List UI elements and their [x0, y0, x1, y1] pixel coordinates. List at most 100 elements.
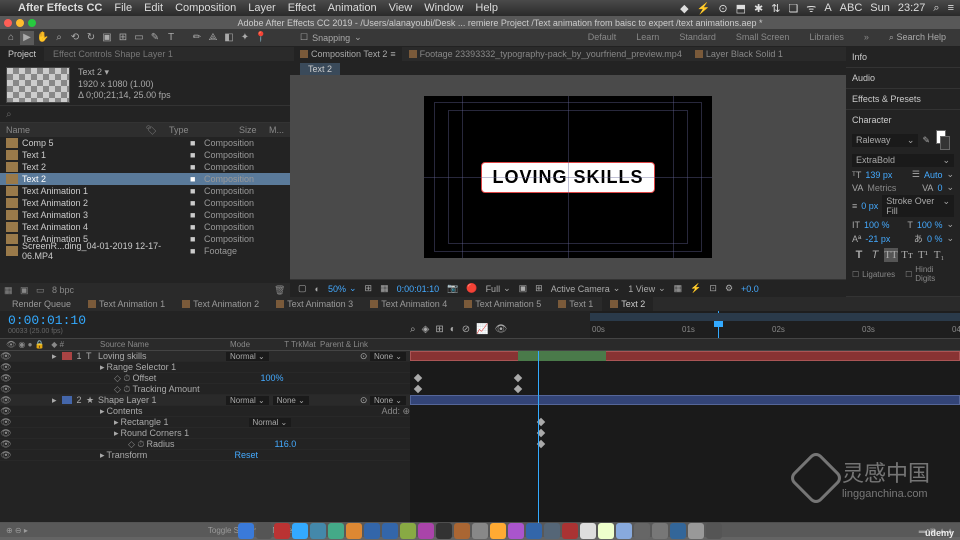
timeline-tab[interactable]: Text Animation 3	[268, 297, 361, 311]
composition-viewer[interactable]: LOVING SKILLS	[290, 75, 846, 279]
footage-tab[interactable]: Footage 23393332_typography-pack_by_your…	[403, 47, 688, 61]
bold-btn[interactable]: T	[852, 248, 866, 262]
dock-app[interactable]	[346, 523, 362, 539]
fast-btn[interactable]: ⚡	[690, 283, 701, 294]
ws-standard[interactable]: Standard	[679, 32, 716, 43]
superscript-btn[interactable]: T¹	[916, 248, 930, 262]
kerning[interactable]: Metrics	[867, 183, 896, 193]
menu-animation[interactable]: Animation	[328, 2, 377, 14]
camera-dropdown[interactable]: Active Camera ⌄	[551, 283, 621, 294]
comp-mini-icon[interactable]: ◈	[422, 324, 430, 335]
character-panel[interactable]: Character	[852, 113, 954, 127]
dock-app[interactable]	[688, 523, 704, 539]
graph-icon[interactable]: 📈	[476, 324, 488, 335]
project-item[interactable]: Text Animation 4■Composition	[0, 221, 290, 233]
rect-tool[interactable]: ▭	[132, 31, 146, 45]
roto-tool[interactable]: ✦	[238, 31, 252, 45]
app-name[interactable]: After Effects CC	[18, 2, 102, 14]
timeline-tab[interactable]: Text Animation 5	[456, 297, 549, 311]
dock-app[interactable]	[616, 523, 632, 539]
res-toggle[interactable]: ⊞	[365, 283, 373, 294]
baseline[interactable]: -21 px	[865, 234, 890, 244]
ws-more[interactable]: »	[864, 32, 869, 43]
layer-tab[interactable]: Layer Black Solid 1	[689, 47, 789, 61]
transparency-btn[interactable]: ▦	[380, 283, 389, 294]
mask-btn[interactable]: ▢	[298, 283, 307, 294]
dock-app[interactable]	[670, 523, 686, 539]
current-timecode[interactable]: 0:00:01:10	[8, 313, 86, 328]
project-item[interactable]: Comp 5■Composition	[0, 137, 290, 149]
project-item[interactable]: ScreenR...ding_04-01-2019 12-17-06.MP4■F…	[0, 245, 290, 257]
brush-tool[interactable]: ✏	[190, 31, 204, 45]
project-item[interactable]: Text Animation 3■Composition	[0, 209, 290, 221]
snapshot-btn[interactable]: 📷	[447, 283, 458, 294]
ws-libraries[interactable]: Libraries	[809, 32, 844, 43]
timeline-row[interactable]: 👁▸1TLoving skillsNormal ⌄⊙ None ⌄	[0, 351, 410, 362]
timeline-row[interactable]: 👁▸ ContentsAdd: ⊕	[0, 406, 410, 417]
timeline-tab[interactable]: Text 2	[602, 297, 653, 311]
menu-help[interactable]: Help	[475, 2, 498, 14]
timeline-row[interactable]: 👁▸ Range Selector 1	[0, 362, 410, 373]
dock-ae[interactable]	[436, 523, 452, 539]
motion-blur-icon[interactable]: ⊘	[462, 324, 470, 335]
project-item[interactable]: Text 2■Composition	[0, 161, 290, 173]
res-dropdown[interactable]: Full ⌄	[486, 283, 511, 294]
notif-icon[interactable]: ≡	[948, 2, 954, 14]
bpc-label[interactable]: 8 bpc	[52, 285, 74, 295]
timeline-row[interactable]: 👁▸ Round Corners 1	[0, 428, 410, 439]
allcaps-btn[interactable]: TT	[884, 248, 898, 262]
hindi-check[interactable]: ☐ Hindi Digits	[905, 265, 954, 283]
ws-learn[interactable]: Learn	[636, 32, 659, 43]
timeline-row[interactable]: 👁◇ ⏱ Tracking Amount	[0, 384, 410, 395]
rotate-tool[interactable]: ↻	[84, 31, 98, 45]
flowchart-btn[interactable]: ⚙	[725, 283, 733, 294]
time-ruler[interactable]: 00s 01s 02s 03s 04s	[590, 311, 960, 338]
eyedropper-icon[interactable]: ✎	[922, 135, 930, 146]
dock-chrome[interactable]	[598, 523, 614, 539]
vscale[interactable]: 100 %	[864, 220, 890, 230]
timeline-row[interactable]: 👁▸2★Shape Layer 1Normal ⌄None ⌄⊙ None ⌄	[0, 395, 410, 406]
audio-panel[interactable]: Audio	[852, 71, 954, 85]
dock-app[interactable]	[292, 523, 308, 539]
hand-tool[interactable]: ✋	[36, 31, 50, 45]
home-icon[interactable]: ⌂	[4, 31, 18, 45]
dock-app[interactable]	[418, 523, 434, 539]
menu-file[interactable]: File	[114, 2, 132, 14]
new-comp-btn[interactable]: ▣	[20, 285, 32, 295]
timeline-tab[interactable]: Text Animation 4	[362, 297, 455, 311]
exposure-val[interactable]: +0.0	[741, 284, 759, 294]
timecode-display[interactable]: 0:00:01:10	[397, 284, 440, 294]
macos-dock[interactable]	[0, 522, 960, 540]
tsume[interactable]: 0 %	[927, 234, 943, 244]
pan-behind-tool[interactable]: ⊞	[116, 31, 130, 45]
menu-edit[interactable]: Edit	[144, 2, 163, 14]
draft3d-icon[interactable]: ⊞	[435, 324, 443, 335]
dock-app[interactable]	[256, 523, 272, 539]
timeline-tab[interactable]: Text Animation 1	[80, 297, 173, 311]
type-tool[interactable]: T	[164, 31, 178, 45]
dock-app[interactable]	[328, 523, 344, 539]
dock-app[interactable]	[652, 523, 668, 539]
dock-app[interactable]	[634, 523, 650, 539]
dock-finder[interactable]	[238, 523, 254, 539]
close-button[interactable]	[4, 19, 12, 27]
leading[interactable]: Auto	[924, 170, 943, 180]
zoom-dropdown[interactable]: 50% ⌄	[328, 283, 357, 294]
stroke-color[interactable]	[940, 136, 950, 150]
zoom-button[interactable]	[28, 19, 36, 27]
effects-presets-panel[interactable]: Effects & Presets	[852, 92, 954, 106]
clone-tool[interactable]: ⟁	[206, 31, 220, 45]
dock-app[interactable]	[580, 523, 596, 539]
spotlight-icon[interactable]: ⌕	[933, 2, 939, 15]
subscript-btn[interactable]: T₁	[932, 248, 946, 262]
dock-app[interactable]	[544, 523, 560, 539]
timeline-row[interactable]: 👁◇ ⏱ Radius116.0	[0, 439, 410, 450]
font-style-dropdown[interactable]: ExtraBold⌄	[852, 154, 954, 167]
alpha-btn[interactable]: ◐	[315, 284, 320, 294]
menu-window[interactable]: Window	[424, 2, 463, 14]
font-size[interactable]: 139 px	[865, 170, 892, 180]
menu-composition[interactable]: Composition	[175, 2, 236, 14]
dock-app[interactable]	[472, 523, 488, 539]
snap-opts-icon[interactable]: ⌄	[354, 32, 362, 43]
timeline-tab[interactable]: Text 1	[550, 297, 601, 311]
